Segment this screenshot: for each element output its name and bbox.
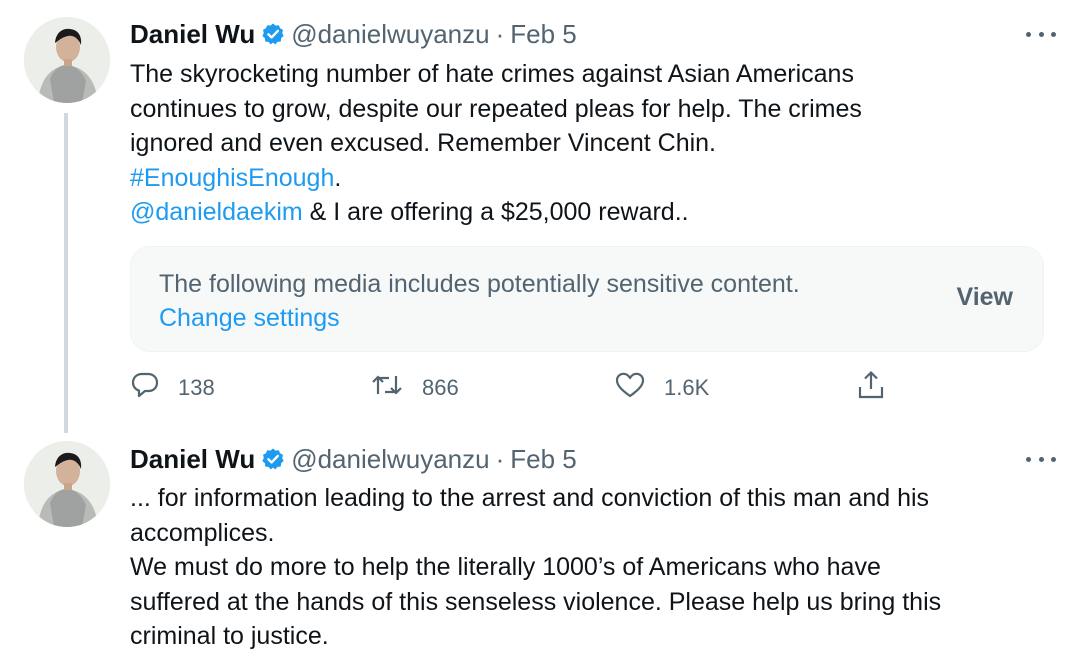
thread-connector-line [64,113,68,433]
retweet-count: 866 [422,375,459,400]
share-icon [856,368,904,408]
change-settings-link[interactable]: Change settings [159,301,340,335]
header-separator: · [495,443,505,474]
tweet-text-line: We must do more to help the literally 10… [130,553,881,581]
reply-count: 138 [178,375,215,400]
verified-badge-icon [261,447,285,471]
author-handle[interactable]: @danielwuyanzu [291,19,489,50]
tweet-text-line: ignored and even excused. Remember Vince… [130,129,716,157]
tweet-text-line: ... for information leading to the arres… [130,484,930,512]
author-handle[interactable]: @danielwuyanzu [291,444,489,475]
like-button[interactable]: 1.6K [614,368,709,408]
tweet-header: Daniel Wu @danielwuyanzu · Feb 5 [130,17,577,51]
sensitive-media-message: The following media includes potentially… [159,270,800,298]
tweet-actions: 138 866 1.6K [130,368,1050,408]
tweet-text-line: suffered at the hands of this senseless … [130,587,942,616]
tweet-text-line: criminal to justice. [130,622,329,650]
more-icon[interactable] [1026,449,1056,469]
author-name[interactable]: Daniel Wu [130,19,255,50]
reply-icon [130,370,178,406]
verified-badge-icon [261,22,285,46]
reply-button[interactable]: 138 [130,368,215,408]
avatar[interactable] [24,441,110,527]
tweet-date[interactable]: Feb 5 [510,444,577,475]
header-separator: · [495,18,505,49]
tweet[interactable]: Daniel Wu @danielwuyanzu · Feb 5 ... for… [0,430,1080,664]
mention-link[interactable]: @danieldaekim [130,198,303,226]
share-button[interactable] [856,368,904,408]
retweet-button[interactable]: 866 [370,368,459,408]
avatar[interactable] [24,17,110,103]
hashtag-suffix: . [334,163,342,192]
tweet-text: ... for information leading to the arres… [130,481,1050,654]
retweet-icon [370,370,422,406]
tweet[interactable]: Daniel Wu @danielwuyanzu · Feb 5 The sky… [0,0,1080,433]
view-button[interactable]: View [956,283,1013,312]
sensitive-media-warning: The following media includes potentially… [130,246,1044,352]
hashtag-link[interactable]: #EnoughisEnough [130,164,334,192]
more-icon[interactable] [1026,24,1056,44]
mention-suffix: & I are offering a $25,000 reward.. [302,198,689,226]
tweet-text-line: continues to grow, despite our repeated … [130,94,862,123]
tweet-date[interactable]: Feb 5 [510,19,577,50]
tweet-text: The skyrocketing number of hate crimes a… [130,57,1050,230]
author-name[interactable]: Daniel Wu [130,444,255,475]
tweet-text-line: The skyrocketing number of hate crimes a… [130,60,854,88]
like-count: 1.6K [664,375,710,400]
tweet-text-line: accomplices. [130,518,275,547]
tweet-header: Daniel Wu @danielwuyanzu · Feb 5 [130,442,577,476]
like-icon [614,370,664,406]
